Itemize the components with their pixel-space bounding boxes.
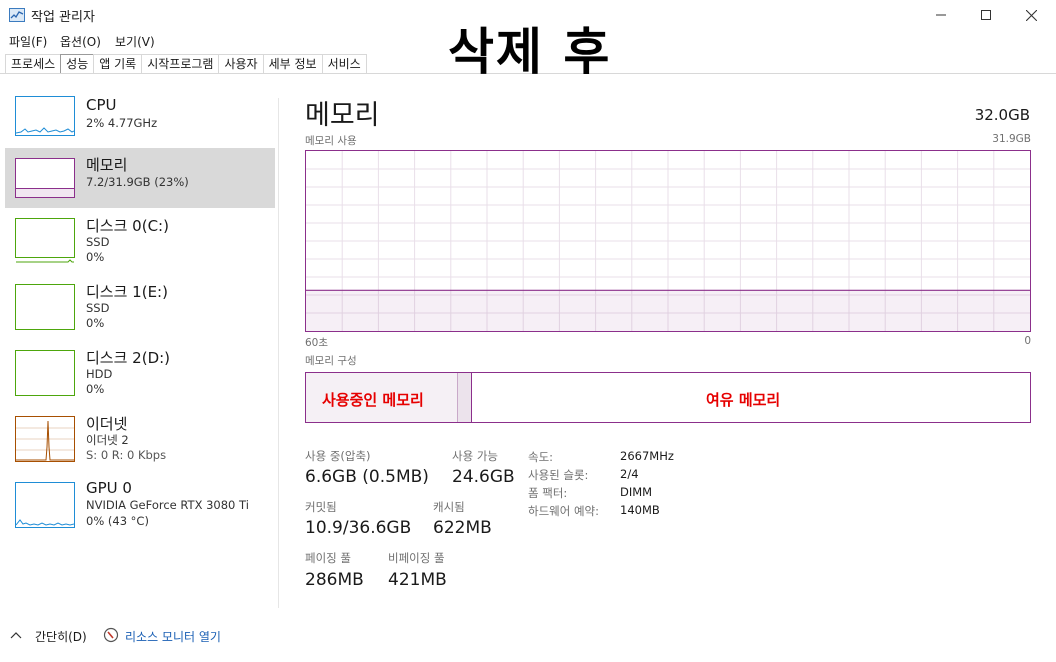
spec-speed-label: 속도: <box>528 450 554 464</box>
sidebar-item-name: 디스크 0(C:) <box>86 217 169 235</box>
memory-usage-area <box>306 290 1030 331</box>
task-manager-app-icon <box>9 8 25 22</box>
sidebar-item-disk-0[interactable]: 디스크 0(C:) SSD 0% <box>5 212 275 272</box>
x-axis-left-label: 60초 <box>305 337 329 349</box>
menu-view[interactable]: 보기(V) <box>115 33 155 50</box>
tab-processes[interactable]: 프로세스 <box>5 54 62 74</box>
overlay-heading: 삭제 후 <box>448 23 612 81</box>
total-memory: 32.0GB <box>974 106 1030 124</box>
cpu-thumbnail-graph <box>15 96 75 136</box>
ethernet-thumbnail-graph <box>15 416 75 462</box>
nonpaged-pool-label: 비페이징 풀 <box>388 551 445 565</box>
spec-slots-label: 사용된 슬롯: <box>528 468 589 482</box>
x-axis-right-label: 0 <box>1024 335 1031 347</box>
sidebar-item-detail: 이더넷 2 <box>86 433 129 447</box>
spec-hardware-reserved-label: 하드웨어 예약: <box>528 504 600 518</box>
menu-file[interactable]: 파일(F) <box>9 33 47 50</box>
sidebar-item-name: CPU <box>86 96 117 114</box>
available-stat-value: 24.6GB <box>452 467 515 487</box>
sidebar-item-detail: 2% 4.77GHz <box>86 116 158 130</box>
spec-form-factor-label: 폼 팩터: <box>528 486 568 500</box>
sidebar-item-usage: 0% <box>86 316 105 330</box>
tab-strip: 프로세스 성능 앱 기록 시작프로그램 사용자 세부 정보 서비스 <box>5 54 367 74</box>
page-title: 메모리 <box>305 100 380 131</box>
menu-options[interactable]: 옵션(O) <box>60 33 101 50</box>
sidebar-item-disk-1[interactable]: 디스크 1(E:) SSD 0% <box>5 278 275 338</box>
gpu-0-thumbnail-graph <box>15 482 75 528</box>
sidebar-divider <box>278 98 279 608</box>
minimize-button[interactable] <box>918 0 964 30</box>
tab-details[interactable]: 세부 정보 <box>262 54 323 74</box>
spec-slots-value: 2/4 <box>620 467 639 481</box>
resource-monitor-label: 리소스 모니터 열기 <box>125 630 221 644</box>
sidebar-item-name: 디스크 2(D:) <box>86 349 171 367</box>
spec-form-factor-value: DIMM <box>620 485 653 499</box>
maximize-button[interactable] <box>963 0 1009 30</box>
sidebar-item-detail: SSD <box>86 235 110 249</box>
sidebar-item-name: 이더넷 <box>86 415 128 433</box>
minimize-icon <box>936 14 946 16</box>
spec-hardware-reserved-value: 140MB <box>620 503 660 517</box>
sidebar-item-detail: SSD <box>86 301 110 315</box>
committed-stat-label: 커밋됨 <box>305 500 337 514</box>
in-use-memory-label: 사용중인 메모리 <box>322 391 424 409</box>
cached-stat-label: 캐시됨 <box>433 500 465 514</box>
maximize-icon <box>981 10 991 20</box>
tab-services[interactable]: 서비스 <box>321 54 367 74</box>
available-stat-label: 사용 가능 <box>452 449 498 463</box>
sidebar-item-usage: 0% (43 °C) <box>86 514 149 528</box>
cached-stat-value: 622MB <box>433 518 492 538</box>
sidebar-item-cpu[interactable]: CPU 2% 4.77GHz <box>5 92 275 152</box>
sidebar-item-name: GPU 0 <box>86 479 132 497</box>
memory-usage-graph <box>305 150 1031 332</box>
memory-composition-bar: 사용중인 메모리 여유 메모리 <box>305 372 1031 423</box>
tab-users[interactable]: 사용자 <box>218 54 264 74</box>
resource-monitor-icon <box>103 627 119 643</box>
memory-usage-graph-svg <box>306 151 1030 331</box>
sidebar-item-name: 메모리 <box>86 156 128 174</box>
window-title: 작업 관리자 <box>31 10 95 25</box>
in-use-stat-value: 6.6GB (0.5MB) <box>305 467 429 487</box>
nonpaged-pool-value: 421MB <box>388 570 447 590</box>
modified-segment <box>458 373 472 422</box>
memory-thumbnail-graph <box>15 158 75 198</box>
memory-usage-max: 31.9GB <box>992 133 1031 145</box>
paged-pool-label: 페이징 풀 <box>305 551 351 565</box>
disk-1-thumbnail-graph <box>15 284 75 330</box>
in-use-stat-label: 사용 중(압축) <box>305 449 371 463</box>
sidebar-item-ethernet[interactable]: 이더넷 이더넷 2 S: 0 R: 0 Kbps <box>5 410 275 470</box>
chevron-up-icon <box>10 632 22 639</box>
sidebar-item-name: 디스크 1(E:) <box>86 283 168 301</box>
sidebar-item-detail: HDD <box>86 367 113 381</box>
close-button[interactable] <box>1008 0 1054 30</box>
sidebar-item-detail: NVIDIA GeForce RTX 3080 Ti <box>86 498 249 512</box>
sidebar-item-usage: 0% <box>86 382 105 396</box>
sidebar-item-detail: 7.2/31.9GB (23%) <box>86 175 189 189</box>
tab-startup[interactable]: 시작프로그램 <box>141 54 220 74</box>
fewer-details-label: 간단히(D) <box>35 630 87 644</box>
sidebar-item-usage: 0% <box>86 250 105 264</box>
close-icon <box>1025 9 1037 21</box>
memory-composition-label: 메모리 구성 <box>305 355 357 367</box>
spec-speed-value: 2667MHz <box>620 449 674 463</box>
sidebar-item-disk-2[interactable]: 디스크 2(D:) HDD 0% <box>5 344 275 404</box>
tab-app-history[interactable]: 앱 기록 <box>93 54 143 74</box>
sidebar-item-usage: S: 0 R: 0 Kbps <box>86 448 167 462</box>
sidebar-item-gpu-0[interactable]: GPU 0 NVIDIA GeForce RTX 3080 Ti 0% (43 … <box>5 476 275 536</box>
tab-performance[interactable]: 성능 <box>60 54 95 74</box>
memory-usage-label: 메모리 사용 <box>305 135 357 147</box>
committed-stat-value: 10.9/36.6GB <box>305 518 412 538</box>
sidebar-item-memory[interactable]: 메모리 7.2/31.9GB (23%) <box>5 148 275 208</box>
available-memory-label: 여유 메모리 <box>706 391 781 409</box>
paged-pool-value: 286MB <box>305 570 364 590</box>
disk-0-thumbnail-graph <box>15 218 75 263</box>
disk-2-thumbnail-graph <box>15 350 75 396</box>
